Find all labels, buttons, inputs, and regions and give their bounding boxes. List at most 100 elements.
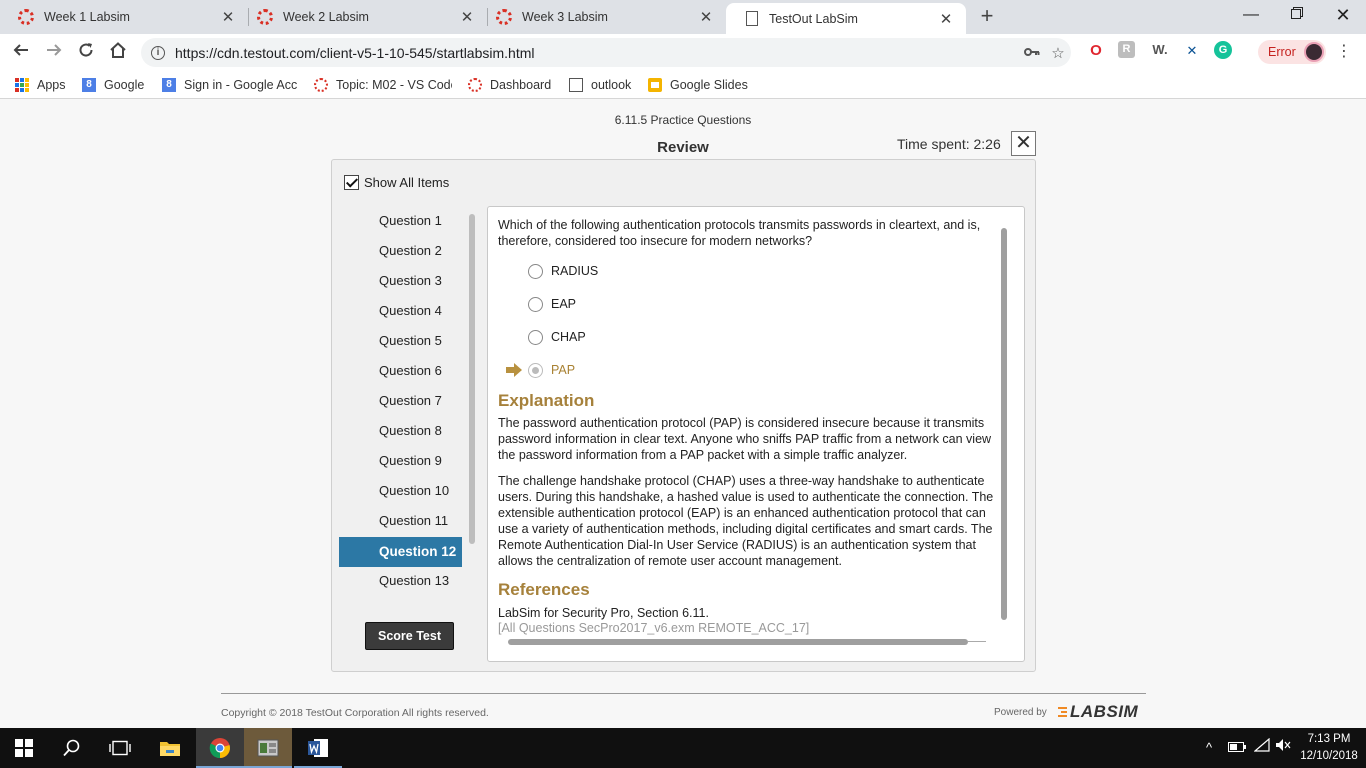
url-text[interactable]: https://cdn.testout.com/client-v5-1-10-5… <box>175 45 1019 61</box>
answer-option-correct[interactable]: PAP <box>498 360 575 380</box>
labsim-taskbar-button[interactable] <box>244 728 292 768</box>
system-clock[interactable]: 7:13 PM 12/10/2018 <box>1296 731 1362 765</box>
opera-extension-icon[interactable]: O <box>1086 41 1106 61</box>
radio-button[interactable] <box>528 263 543 279</box>
key-icon[interactable] <box>1019 44 1045 61</box>
back-button[interactable] <box>8 40 34 66</box>
url-host: https://cdn.testout.com <box>175 44 316 61</box>
browser-tab-week2[interactable]: Week 2 Labsim ✕ <box>239 0 487 34</box>
restore-button[interactable] <box>1274 0 1320 32</box>
content-vertical-scrollbar[interactable] <box>1001 228 1007 620</box>
close-icon[interactable]: ✕ <box>457 8 477 26</box>
show-hidden-icons[interactable]: ^ <box>1206 728 1212 768</box>
clock-date: 12/10/2018 <box>1300 750 1358 762</box>
back-arrow-icon <box>13 44 28 56</box>
search-icon <box>63 739 80 757</box>
radio-button[interactable] <box>528 296 543 312</box>
task-view-icon <box>109 740 131 756</box>
task-view-button[interactable] <box>96 728 144 768</box>
question-item[interactable]: Question 4 <box>339 296 462 326</box>
close-window-button[interactable]: ✕ <box>1320 0 1366 32</box>
bookmark-outlook[interactable]: outlook <box>569 76 631 94</box>
extension-r-icon[interactable]: R <box>1118 41 1135 58</box>
address-bar[interactable]: i https://cdn.testout.com/client-v5-1-10… <box>141 38 1071 67</box>
question-item[interactable]: Question 1 <box>339 206 462 236</box>
question-item[interactable]: Question 13 <box>339 566 462 596</box>
grammarly-icon[interactable]: G <box>1214 41 1232 59</box>
restore-icon <box>1291 7 1303 19</box>
question-item[interactable]: Question 5 <box>339 326 462 356</box>
browser-menu-icon[interactable]: ⋮ <box>1336 40 1352 64</box>
answer-label: EAP <box>551 297 577 311</box>
show-all-items-toggle[interactable]: Show All Items <box>344 175 449 190</box>
url-path: /client-v5-1-10-545/startlabsim.html <box>315 44 535 61</box>
bookmark-label: Topic: M02 - VS Code <box>336 78 452 92</box>
question-item[interactable]: Question 8 <box>339 416 462 446</box>
extension-w-icon[interactable]: W. <box>1150 40 1170 60</box>
question-item-active[interactable]: Question 12 <box>339 537 462 567</box>
reload-button[interactable] <box>73 40 99 66</box>
page-title: Review <box>657 139 709 156</box>
score-test-button[interactable]: Score Test <box>365 622 454 650</box>
avatar <box>1303 42 1324 62</box>
page-subtitle: 6.11.5 Practice Questions <box>614 113 752 127</box>
labsim-logo-text: LABSIM <box>1070 702 1139 721</box>
volume-muted-icon[interactable] <box>1275 728 1291 768</box>
show-all-checkbox[interactable] <box>344 175 359 190</box>
word-taskbar-button[interactable] <box>294 728 342 768</box>
labsim-ring-icon <box>18 9 34 25</box>
bookmark-apps[interactable]: Apps <box>15 76 66 94</box>
explanation-heading: Explanation <box>498 391 595 410</box>
info-icon[interactable]: i <box>151 45 165 60</box>
close-review-button[interactable]: ✕ <box>1011 131 1036 156</box>
bookmark-sign-in[interactable]: 8 Sign in - Google Acc <box>162 76 298 94</box>
answer-option[interactable]: CHAP <box>498 327 586 347</box>
content-horizontal-scrollbar[interactable] <box>508 639 968 645</box>
answer-option[interactable]: RADIUS <box>498 261 598 281</box>
extension-x-icon[interactable]: ✕ <box>1182 41 1202 61</box>
question-item[interactable]: Question 2 <box>339 236 462 266</box>
profile-error-button[interactable]: Error <box>1258 40 1326 64</box>
wifi-icon[interactable] <box>1253 728 1270 768</box>
reference-id: [All Questions SecPro2017_v6.exm REMOTE_… <box>498 621 810 635</box>
minimize-button[interactable]: — <box>1228 0 1274 32</box>
question-item[interactable]: Question 9 <box>339 446 462 476</box>
chrome-taskbar-button[interactable] <box>196 728 244 768</box>
close-icon[interactable]: ✕ <box>936 10 956 28</box>
browser-tab-testout[interactable]: TestOut LabSim ✕ <box>726 3 966 34</box>
radio-button[interactable] <box>528 329 543 345</box>
new-tab-button[interactable]: + <box>976 5 998 27</box>
bookmark-topic[interactable]: Topic: M02 - VS Code <box>314 76 452 94</box>
forward-button[interactable] <box>41 40 67 66</box>
battery-icon[interactable] <box>1228 728 1246 768</box>
labsim-ring-icon <box>314 78 328 92</box>
start-button[interactable] <box>0 728 48 768</box>
question-list-scrollbar[interactable] <box>469 214 475 544</box>
radio-button[interactable] <box>528 362 543 378</box>
question-item[interactable]: Question 3 <box>339 266 462 296</box>
bookmark-dashboard[interactable]: Dashboard <box>468 76 551 94</box>
close-icon[interactable]: ✕ <box>696 8 716 26</box>
labsim-app-icon <box>257 739 279 757</box>
browser-tab-week3[interactable]: Week 3 Labsim ✕ <box>478 0 726 34</box>
close-icon[interactable]: ✕ <box>218 8 238 26</box>
question-item[interactable]: Question 6 <box>339 356 462 386</box>
search-button[interactable] <box>48 728 96 768</box>
labsim-logo[interactable]: LABSIM <box>1058 702 1138 722</box>
browser-tab-week1[interactable]: Week 1 Labsim ✕ <box>0 0 248 34</box>
clock-time: 7:13 PM <box>1307 733 1351 745</box>
time-spent: Time spent: 2:26 <box>897 136 1001 152</box>
home-icon <box>110 42 126 58</box>
star-icon[interactable]: ☆ <box>1045 44 1071 62</box>
file-explorer-button[interactable] <box>146 728 194 768</box>
question-item[interactable]: Question 10 <box>339 476 462 506</box>
bookmark-label: Apps <box>37 78 66 92</box>
question-item[interactable]: Question 11 <box>339 506 462 536</box>
bookmark-google-slides[interactable]: Google Slides <box>648 76 748 94</box>
show-all-label: Show All Items <box>364 175 450 190</box>
question-item[interactable]: Question 7 <box>339 386 462 416</box>
bookmark-google[interactable]: 8 Google <box>82 76 144 94</box>
bookmark-label: outlook <box>591 78 632 92</box>
answer-option[interactable]: EAP <box>498 294 576 314</box>
home-button[interactable] <box>105 40 131 66</box>
